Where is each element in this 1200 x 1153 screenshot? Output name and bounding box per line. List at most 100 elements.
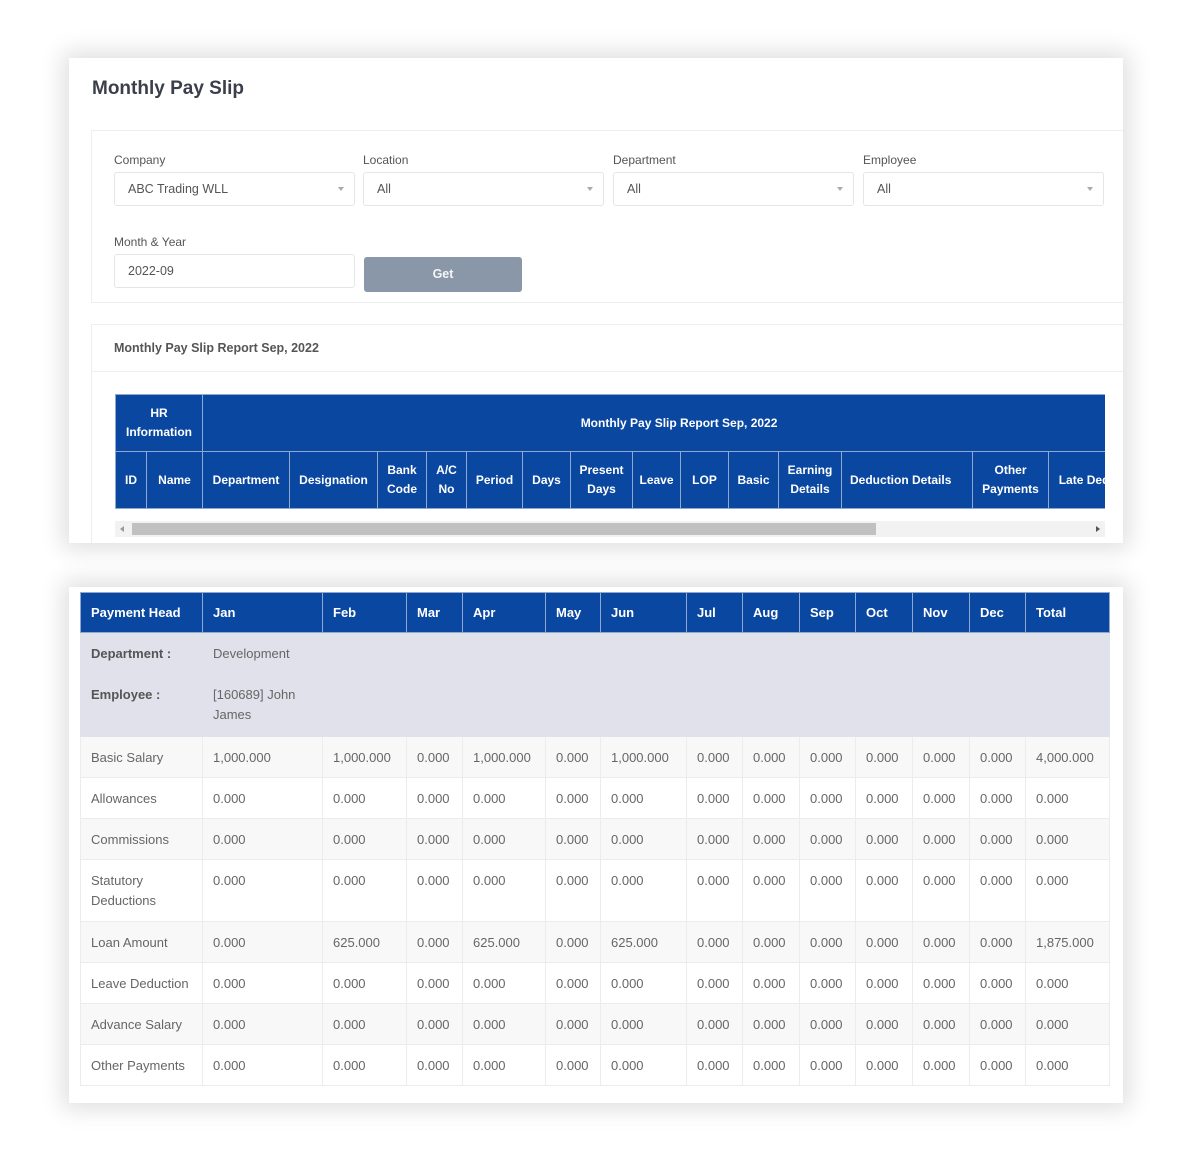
- monthly-pay-slip-panel: Monthly Pay Slip Company ABC Trading WLL…: [69, 58, 1123, 543]
- amount-cell: 0.000: [600, 777, 687, 819]
- col-header: Designation: [289, 451, 379, 509]
- month-year-input[interactable]: 2022-09: [114, 254, 355, 288]
- employee-select[interactable]: All: [863, 172, 1104, 206]
- employee-name: [160689] John James: [213, 687, 296, 722]
- amount-cell: 0.000: [322, 777, 407, 819]
- amount-cell: 625.000: [462, 921, 546, 963]
- amount-cell: 0.000: [462, 962, 546, 1004]
- amount-cell: 0.000: [462, 818, 546, 860]
- amount-cell: 0.000: [742, 818, 800, 860]
- amount-cell: 0.000: [742, 921, 800, 963]
- col-header-payment-head: Payment Head: [80, 592, 203, 633]
- amount-cell: 0.000: [969, 818, 1026, 860]
- amount-cell: 1,000.000: [600, 736, 687, 778]
- employee-row: Employee : [160689] John James: [80, 673, 1110, 737]
- amount-cell: 0.000: [462, 859, 546, 922]
- col-header-jul: Jul: [686, 592, 743, 633]
- amount-cell: 0.000: [686, 818, 743, 860]
- col-header-jun: Jun: [600, 592, 687, 633]
- amount-cell: 0.000: [406, 962, 463, 1004]
- amount-cell: 0.000: [462, 777, 546, 819]
- amount-cell: 0.000: [1025, 777, 1110, 819]
- amount-cell: 4,000.000: [1025, 736, 1110, 778]
- location-select[interactable]: All: [363, 172, 604, 206]
- amount-cell: 0.000: [969, 921, 1026, 963]
- amount-cell: 0.000: [202, 921, 323, 963]
- chevron-down-icon: [837, 187, 843, 191]
- amount-cell: 0.000: [686, 736, 743, 778]
- group-header-report: Monthly Pay Slip Report Sep, 2022: [202, 394, 1105, 452]
- amount-cell: 0.000: [202, 818, 323, 860]
- amount-cell: 0.000: [686, 921, 743, 963]
- amount-cell: 0.000: [686, 777, 743, 819]
- department-select[interactable]: All: [613, 172, 854, 206]
- amount-cell: 0.000: [855, 777, 913, 819]
- amount-cell: 0.000: [855, 818, 913, 860]
- location-label: Location: [363, 153, 409, 167]
- department-value: All: [627, 182, 641, 196]
- department-label: Department: [613, 153, 676, 167]
- col-header: ID: [115, 451, 147, 509]
- company-label: Company: [114, 153, 166, 167]
- amount-cell: 0.000: [545, 736, 601, 778]
- col-header: Basic: [728, 451, 780, 509]
- month-year-label: Month & Year: [114, 235, 187, 249]
- amount-cell: 0.000: [912, 921, 970, 963]
- amount-cell: 0.000: [912, 1003, 970, 1045]
- table-row: Leave Deduction 0.000 0.000 0.000 0.000 0.000…: [80, 962, 1110, 1004]
- amount-cell: 0.000: [545, 859, 601, 922]
- col-header: Name: [145, 451, 204, 509]
- amount-cell: 0.000: [1025, 1003, 1110, 1045]
- location-field: Location All: [363, 153, 604, 206]
- amount-cell: 0.000: [202, 962, 323, 1004]
- amount-cell: 1,000.000: [322, 736, 407, 778]
- horizontal-scrollbar[interactable]: [115, 521, 1105, 537]
- amount-cell: 0.000: [600, 1003, 687, 1045]
- amount-cell: 0.000: [799, 962, 856, 1004]
- department-row: Department : Development: [80, 632, 1110, 674]
- employee-value: All: [877, 182, 891, 196]
- amount-cell: 0.000: [322, 818, 407, 860]
- col-header: Bank Code: [377, 451, 428, 509]
- amount-cell: 0.000: [969, 1003, 1026, 1045]
- amount-cell: 0.000: [406, 859, 463, 922]
- amount-cell: 0.000: [799, 921, 856, 963]
- amount-cell: 0.000: [799, 859, 856, 922]
- hr-report-table: HR Information Monthly Pay Slip Report S…: [115, 394, 1105, 509]
- col-header: Deduction Details: [841, 451, 974, 509]
- location-value: All: [377, 182, 391, 196]
- get-button[interactable]: Get: [364, 257, 522, 292]
- amount-cell: 0.000: [686, 859, 743, 922]
- company-select[interactable]: ABC Trading WLL: [114, 172, 355, 206]
- payment-head-cell: Advance Salary: [80, 1003, 203, 1045]
- scroll-right-arrow-icon[interactable]: [1096, 526, 1100, 532]
- amount-cell: 0.000: [686, 1003, 743, 1045]
- payment-head-cell: Other Payments: [80, 1044, 203, 1086]
- scrollbar-thumb[interactable]: [132, 523, 876, 535]
- col-header: Period: [466, 451, 524, 509]
- amount-cell: 0.000: [855, 859, 913, 922]
- payment-head-cell: Basic Salary: [80, 736, 203, 778]
- amount-cell: 0.000: [912, 818, 970, 860]
- amount-cell: 0.000: [322, 962, 407, 1004]
- col-header-mar: Mar: [406, 592, 463, 633]
- amount-cell: 0.000: [202, 1003, 323, 1045]
- amount-cell: 625.000: [322, 921, 407, 963]
- month-year-field: Month & Year 2022-09: [114, 235, 355, 288]
- table-row: Commissions 0.000 0.000 0.000 0.000 0.000 0.00…: [80, 818, 1110, 860]
- amount-cell: 0.000: [742, 859, 800, 922]
- col-header-oct: Oct: [855, 592, 913, 633]
- col-header: Other Payments: [972, 451, 1050, 509]
- payment-head-cell: Commissions: [80, 818, 203, 860]
- filter-card: Company ABC Trading WLL Location All Dep…: [91, 130, 1123, 303]
- amount-cell: 0.000: [406, 1044, 463, 1086]
- scroll-left-arrow-icon[interactable]: [120, 526, 124, 532]
- col-header: Earning Details: [778, 451, 843, 509]
- amount-cell: 0.000: [742, 777, 800, 819]
- col-header-may: May: [545, 592, 601, 633]
- payment-head-cell: Allowances: [80, 777, 203, 819]
- amount-cell: 0.000: [545, 962, 601, 1004]
- col-header-aug: Aug: [742, 592, 800, 633]
- employee-value: [160689] John James: [202, 673, 1110, 737]
- table-row: Statutory Deductions 0.000 0.000 0.000 0.000…: [80, 859, 1110, 922]
